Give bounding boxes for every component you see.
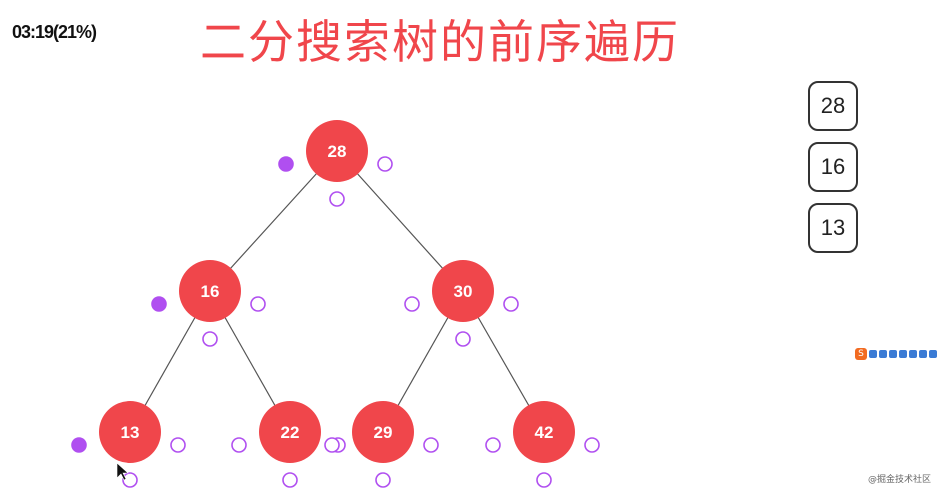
traversal-marker-n28-bottom	[329, 191, 345, 207]
input-method-toolbar[interactable]: S	[855, 347, 937, 361]
traversal-marker-n30-right	[503, 296, 519, 312]
tree-node-label: 28	[328, 142, 347, 161]
traversal-marker-n16-left-visited	[151, 296, 167, 312]
traversal-marker-n16-right	[250, 296, 266, 312]
tree-node-13: 13	[99, 401, 161, 463]
traversal-marker-n13-bottom	[122, 472, 138, 488]
tree-node-30: 30	[432, 260, 494, 322]
stack-item: 16	[808, 142, 858, 192]
tree-node-22: 22	[259, 401, 321, 463]
stack-item: 13	[808, 203, 858, 253]
stack-item: 28	[808, 81, 858, 131]
traversal-marker-n30-bottom	[455, 331, 471, 347]
tree-node-label: 29	[374, 423, 393, 442]
traversal-marker-n42-right	[584, 437, 600, 453]
traversal-marker-n29-left	[324, 437, 340, 453]
tree-node-16: 16	[179, 260, 241, 322]
traversal-marker-n28-right	[377, 156, 393, 172]
toolbar-voice-icon[interactable]	[909, 350, 917, 358]
traversal-marker-n29-right	[423, 437, 439, 453]
toolbar-keyboard-icon[interactable]	[899, 350, 907, 358]
traversal-marker-n42-bottom	[536, 472, 552, 488]
toolbar-punctuation-icon[interactable]	[889, 350, 897, 358]
traversal-marker-n28-left-visited	[278, 156, 294, 172]
tree-node-label: 16	[201, 282, 220, 301]
binary-search-tree-diagram: 28 16 30 13 22 29 42	[71, 120, 600, 488]
preorder-output-stack: 28 16 13	[808, 81, 862, 264]
toolbar-skin-icon[interactable]	[919, 350, 927, 358]
traversal-marker-n22-bottom	[282, 472, 298, 488]
tree-node-28: 28	[306, 120, 368, 182]
toolbar-settings-icon[interactable]	[929, 350, 937, 358]
traversal-marker-n16-bottom	[202, 331, 218, 347]
traversal-marker-n22-left	[231, 437, 247, 453]
traversal-marker-n13-left-visited	[71, 437, 87, 453]
sogou-logo-icon[interactable]: S	[855, 348, 867, 360]
tree-node-label: 13	[121, 423, 140, 442]
tree-node-29: 29	[352, 401, 414, 463]
tree-node-label: 30	[454, 282, 473, 301]
watermark: @掘金技术社区	[868, 475, 932, 485]
traversal-marker-n29-bottom	[375, 472, 391, 488]
toolbar-moon-icon[interactable]	[879, 350, 887, 358]
tree-node-label: 22	[281, 423, 300, 442]
tree-node-label: 42	[535, 423, 554, 442]
traversal-marker-n42-left	[485, 437, 501, 453]
toolbar-language-icon[interactable]	[869, 350, 877, 358]
traversal-marker-n30-left	[404, 296, 420, 312]
traversal-marker-n13-right	[170, 437, 186, 453]
tree-node-42: 42	[513, 401, 575, 463]
